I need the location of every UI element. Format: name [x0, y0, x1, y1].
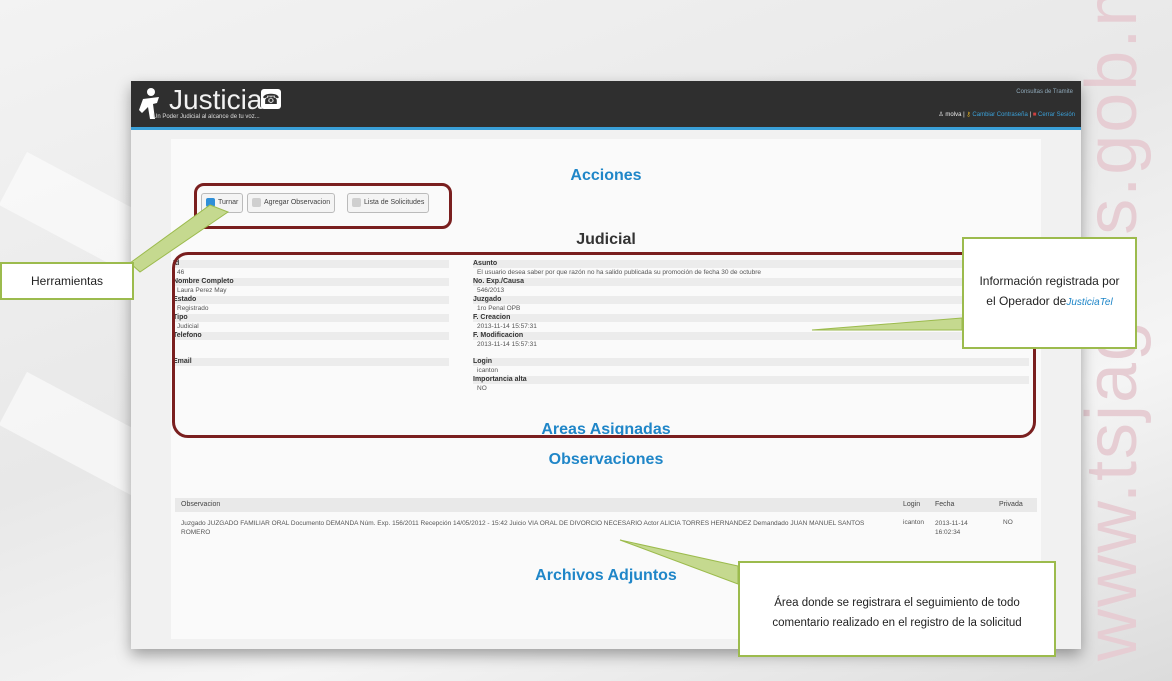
- info-line-2-wrap: el Operador deJusticiaTel: [964, 291, 1135, 313]
- area-line-2: comentario realizado en el registro de l…: [772, 617, 1022, 629]
- info-line-2: el Operador de: [986, 294, 1067, 308]
- area-note: Área donde se registrara el seguimiento …: [738, 561, 1056, 657]
- herramientas-note: Herramientas: [0, 262, 134, 300]
- info-note: Información registrada por el Operador d…: [962, 237, 1137, 349]
- info-line-1: Información registrada por: [979, 274, 1120, 288]
- herramientas-label: Herramientas: [30, 274, 104, 288]
- info-brand: JusticiaTel: [1066, 297, 1113, 308]
- area-line-1: Área donde se registrara el seguimiento …: [774, 597, 1020, 609]
